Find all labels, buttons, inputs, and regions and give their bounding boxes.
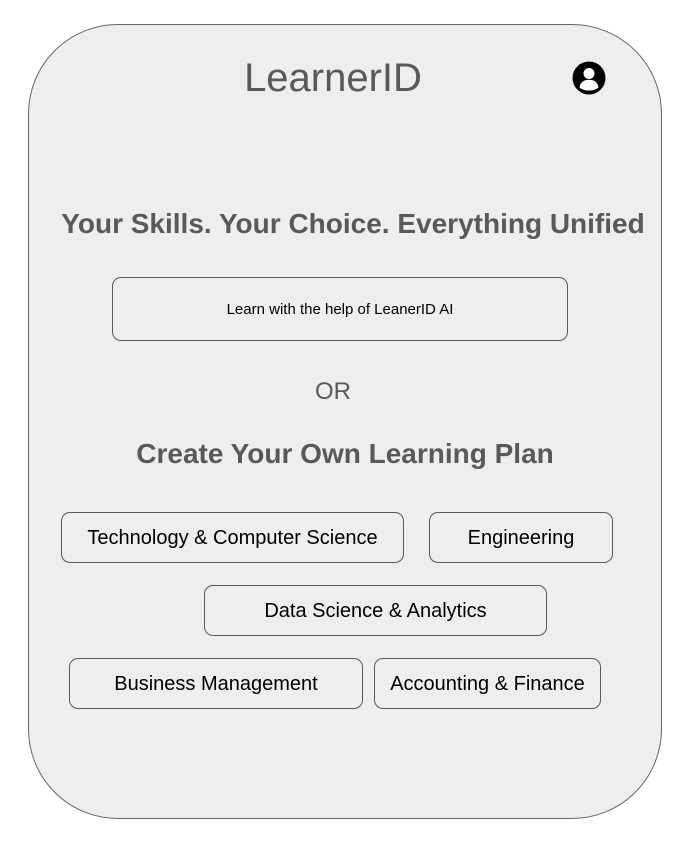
category-data-science-analytics-button[interactable]: Data Science & Analytics (204, 585, 547, 636)
category-business-management-button[interactable]: Business Management (69, 658, 363, 709)
user-profile-icon[interactable] (572, 61, 606, 95)
category-technology-computer-science-button[interactable]: Technology & Computer Science (61, 512, 404, 563)
category-engineering-button[interactable]: Engineering (429, 512, 613, 563)
learn-with-ai-button[interactable]: Learn with the help of LeanerID AI (112, 277, 568, 341)
app-title: LearnerID (244, 56, 422, 100)
or-divider-text: OR (315, 378, 351, 405)
category-accounting-finance-button[interactable]: Accounting & Finance (374, 658, 601, 709)
tagline-heading: Your Skills. Your Choice. Everything Uni… (61, 208, 645, 239)
learning-plan-heading: Create Your Own Learning Plan (136, 438, 554, 469)
